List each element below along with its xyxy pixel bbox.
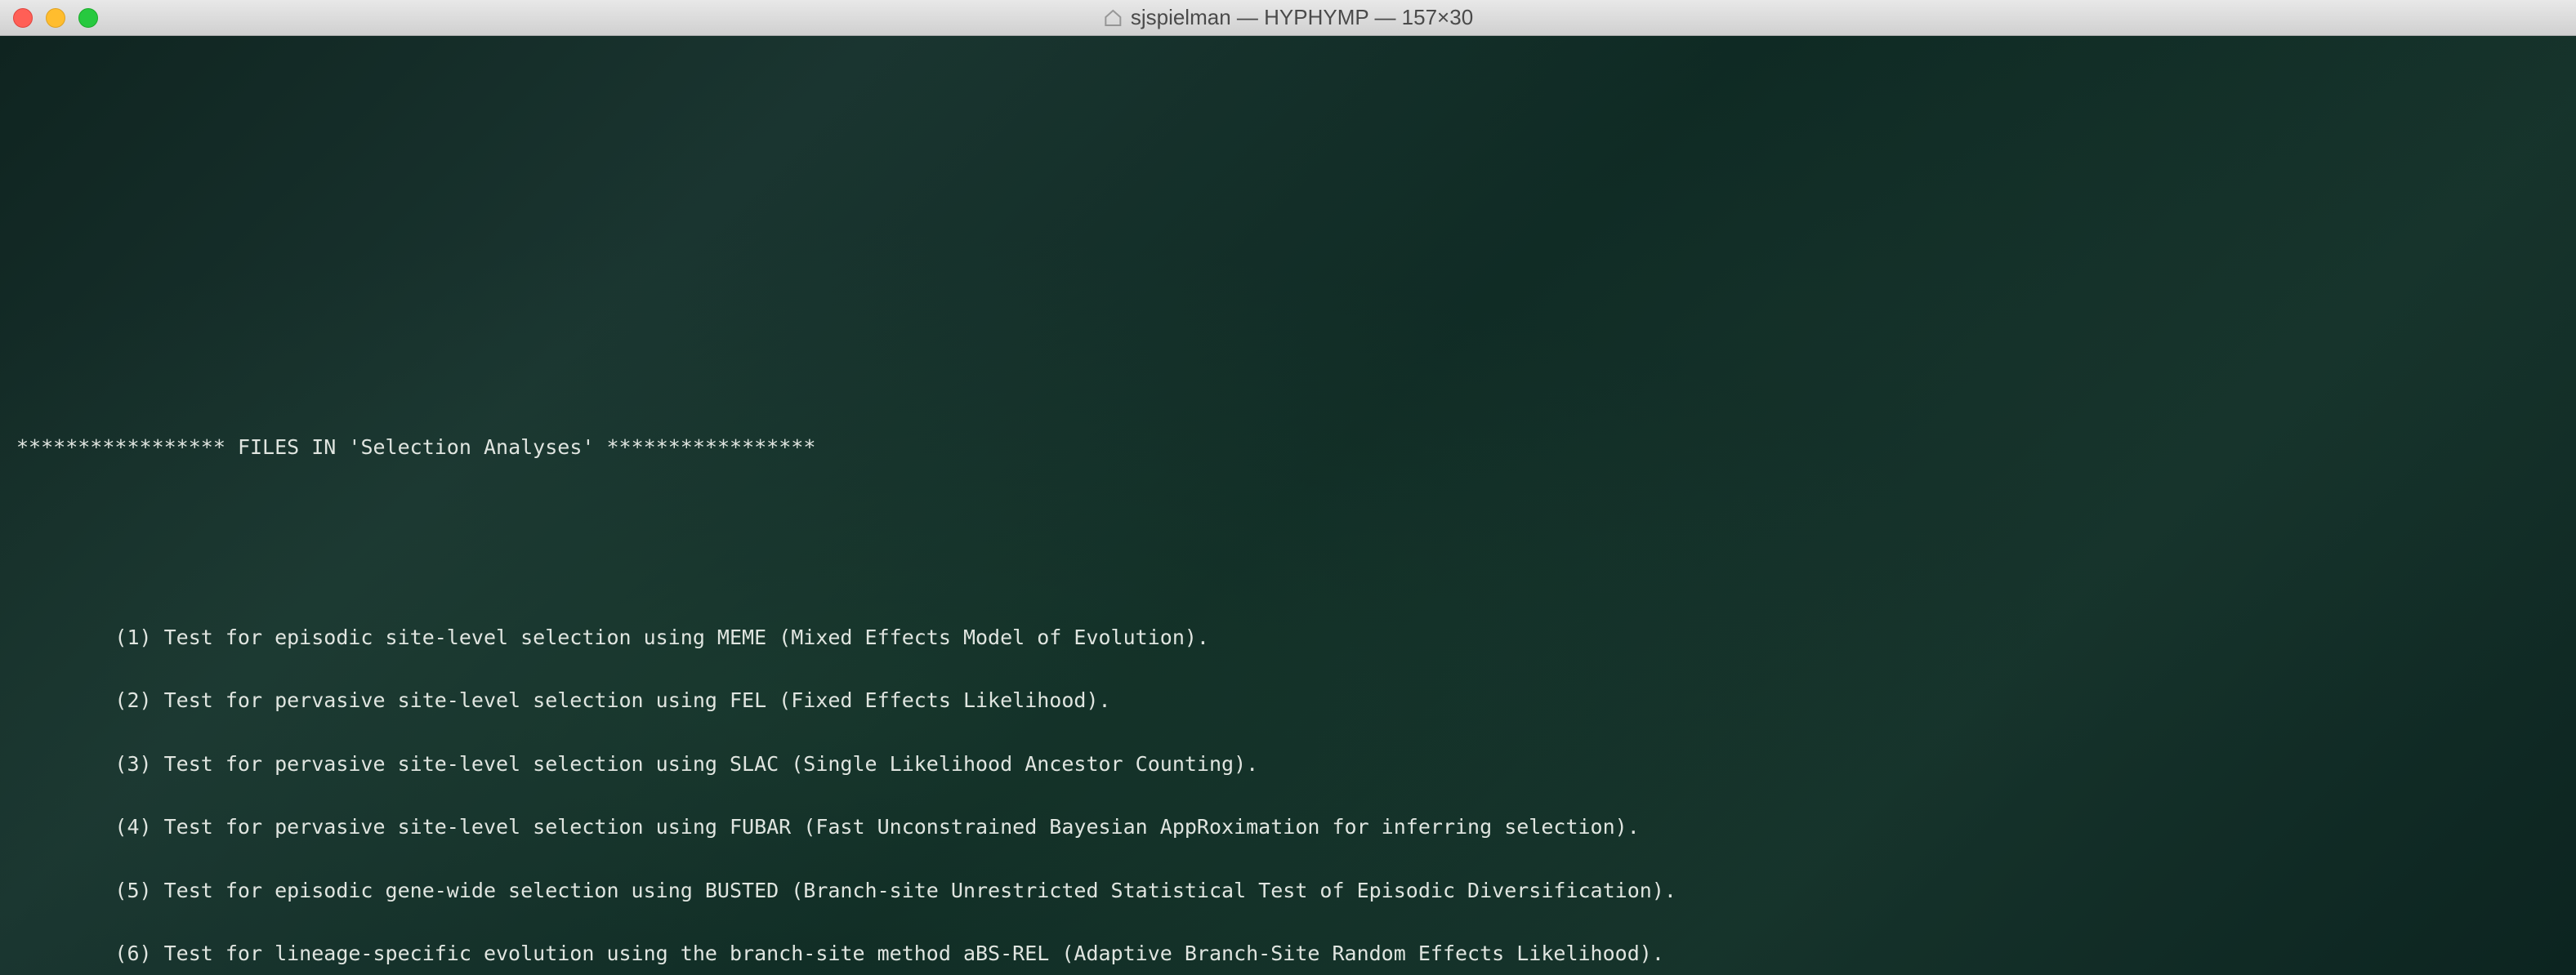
window-title: sjspielman — HYPHYMP — 157×30	[1103, 5, 1473, 30]
menu-item: (2) Test for pervasive site-level select…	[16, 685, 2560, 717]
home-icon	[1103, 8, 1123, 28]
terminal-body[interactable]: ***************** FILES IN 'Selection An…	[0, 36, 2576, 975]
menu-item: (1) Test for episodic site-level selecti…	[16, 622, 2560, 654]
terminal-window: sjspielman — HYPHYMP — 157×30 **********…	[0, 0, 2576, 975]
menu-item: (6) Test for lineage-specific evolution …	[16, 938, 2560, 970]
traffic-lights	[13, 8, 98, 28]
titlebar[interactable]: sjspielman — HYPHYMP — 157×30	[0, 0, 2576, 36]
menu-item: (3) Test for pervasive site-level select…	[16, 749, 2560, 781]
window-title-text: sjspielman — HYPHYMP — 157×30	[1131, 5, 1473, 30]
section-header: ***************** FILES IN 'Selection An…	[16, 432, 2560, 464]
zoom-button[interactable]	[78, 8, 98, 28]
close-button[interactable]	[13, 8, 33, 28]
menu-item: (5) Test for episodic gene-wide selectio…	[16, 875, 2560, 907]
terminal-content: ***************** FILES IN 'Selection An…	[16, 147, 2560, 975]
minimize-button[interactable]	[46, 8, 65, 28]
menu-item: (4) Test for pervasive site-level select…	[16, 812, 2560, 844]
